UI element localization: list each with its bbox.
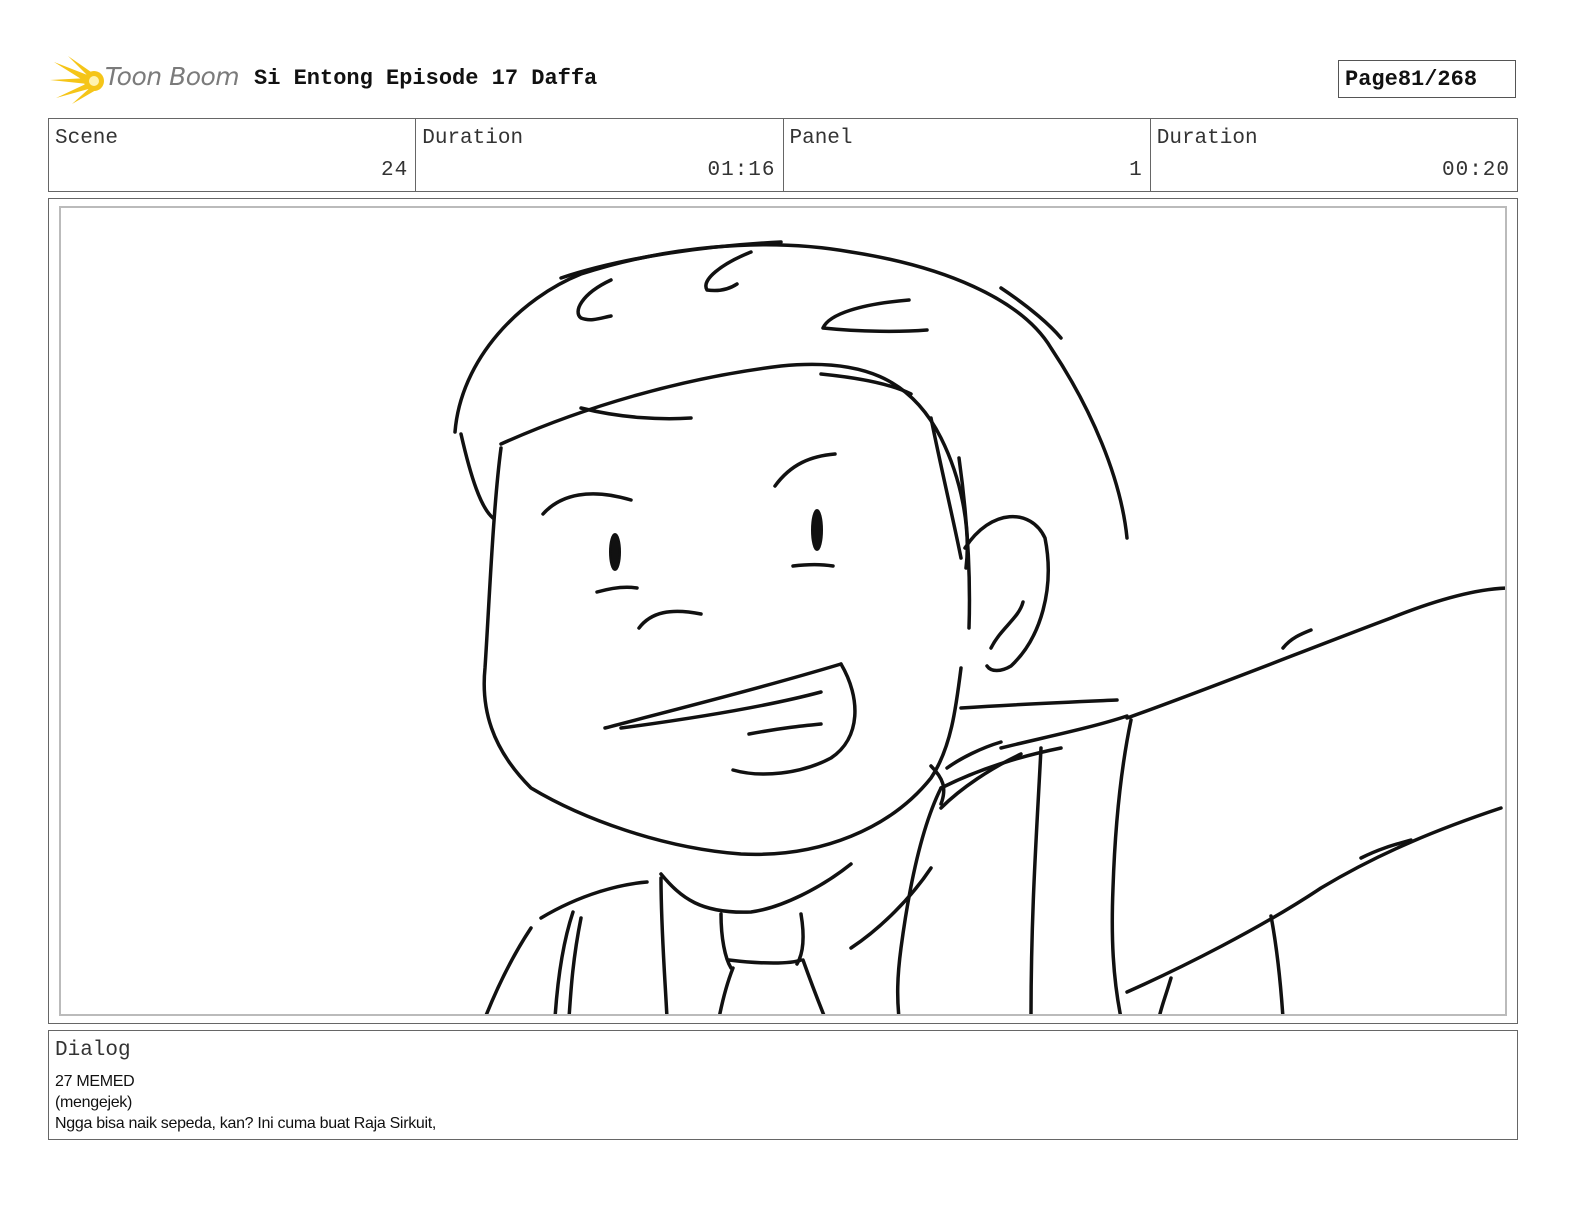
panel-value: 1: [1129, 159, 1143, 182]
scene-value: 24: [381, 159, 409, 182]
project-title: Si Entong Episode 17 Daffa: [254, 66, 598, 91]
page-label: Page: [1345, 66, 1398, 92]
panel-duration-label: Duration: [1156, 127, 1258, 150]
dialog-line-parenthetical: (mengejek): [55, 1094, 133, 1111]
page-value: 81/268: [1397, 66, 1478, 92]
scene-duration-cell: Duration 01:16: [416, 119, 784, 191]
panel-duration-value: 00:20: [1441, 159, 1510, 182]
dialog-line-character: 27 MEMED: [55, 1073, 135, 1090]
dialog-label: Dialog: [55, 1039, 131, 1062]
panel-duration-cell: Duration 00:20: [1151, 119, 1517, 191]
storyboard-panel-frame: [48, 198, 1518, 1024]
scene-label: Scene: [55, 127, 119, 150]
storyboard-panel: [59, 206, 1507, 1016]
panel-label: Panel: [789, 127, 853, 150]
panel-cell: Panel 1: [784, 119, 1151, 191]
brand-name: Toon Boom: [105, 62, 240, 91]
sketch-boy-pointing-icon: [453, 240, 1505, 1014]
scene-cell: Scene 24: [49, 119, 417, 191]
dialog-text: 27 MEMED (mengejek) Ngga bisa naik seped…: [55, 1071, 436, 1134]
scene-duration-label: Duration: [422, 127, 524, 150]
dialog-box: Dialog 27 MEMED (mengejek) Ngga bisa nai…: [48, 1030, 1518, 1140]
scene-duration-value: 01:16: [707, 159, 776, 182]
page-indicator: Page 81/268: [1338, 60, 1516, 98]
scene-info-row: Scene 24 Duration 01:16 Panel 1 Duration…: [48, 118, 1518, 192]
dialog-line-speech: Ngga bisa naik sepeda, kan? Ini cuma bua…: [55, 1115, 437, 1132]
